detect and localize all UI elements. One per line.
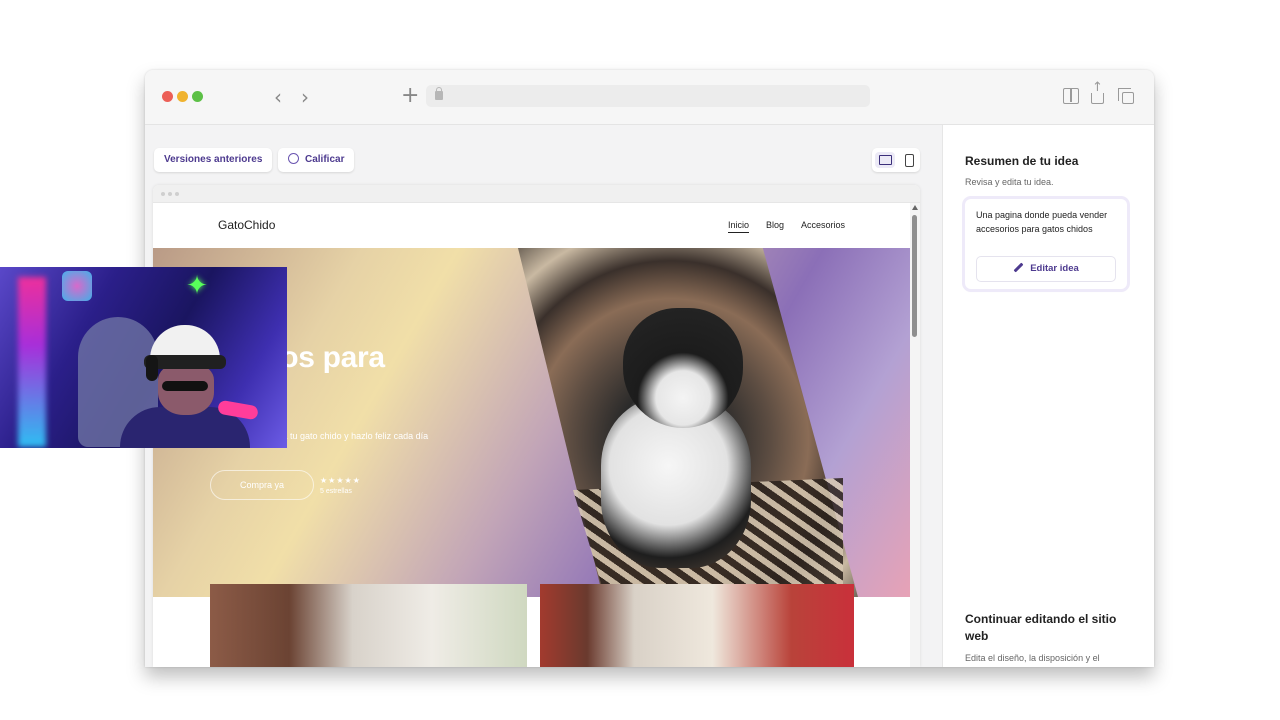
scroll-up-arrow-icon[interactable] bbox=[912, 205, 918, 210]
continue-editing-title: Continuar editando el sitio web bbox=[965, 612, 1117, 643]
pencil-icon bbox=[1013, 262, 1024, 273]
address-bar[interactable] bbox=[426, 85, 870, 107]
idea-summary-panel: Resumen de tu idea Revisa y edita tu ide… bbox=[942, 125, 1154, 667]
nav-link-inicio[interactable]: Inicio bbox=[728, 220, 750, 233]
forward-button[interactable]: › bbox=[296, 87, 314, 107]
idea-text: Una pagina donde pueda vender accesorios… bbox=[976, 210, 1108, 234]
browser-window: ‹ › + Versiones anteriores Calificar bbox=[145, 70, 1154, 667]
edit-idea-label: Editar idea bbox=[1030, 263, 1079, 274]
sunglasses bbox=[162, 381, 208, 391]
device-toggle bbox=[872, 148, 920, 172]
product-image[interactable] bbox=[540, 584, 854, 667]
baseball-cap bbox=[144, 325, 226, 369]
rate-icon bbox=[288, 153, 299, 164]
idea-card: Una pagina donde pueda vender accesorios… bbox=[965, 199, 1127, 289]
neon-light bbox=[18, 277, 46, 447]
buy-now-button[interactable]: Compra ya bbox=[210, 470, 314, 500]
maximize-window-button[interactable] bbox=[192, 91, 203, 102]
edit-idea-button[interactable]: Editar idea bbox=[976, 256, 1116, 282]
close-window-button[interactable] bbox=[162, 91, 173, 102]
desktop-icon[interactable] bbox=[875, 152, 895, 168]
panel-title: Resumen de tu idea bbox=[965, 154, 1079, 168]
preview-dot bbox=[175, 192, 179, 196]
preview-bar bbox=[153, 185, 920, 203]
scrollbar-thumb[interactable] bbox=[912, 215, 917, 337]
rate-label: Calificar bbox=[305, 154, 345, 165]
mobile-icon[interactable] bbox=[899, 152, 919, 168]
product-image[interactable] bbox=[210, 584, 527, 667]
preview-dot bbox=[161, 192, 165, 196]
site-navbar: GatoChido Inicio Blog Accesorios bbox=[153, 203, 910, 248]
rate-button[interactable]: Calificar bbox=[278, 148, 355, 172]
continue-editing-subtitle: Edita el diseño, la disposición y el bbox=[965, 653, 1100, 663]
browser-titlebar: ‹ › + bbox=[145, 70, 1154, 125]
preview-dot bbox=[168, 192, 172, 196]
reader-icon[interactable] bbox=[1063, 88, 1079, 104]
screen: ‹ › + Versiones anteriores Calificar bbox=[0, 0, 1280, 720]
cat-photo-face bbox=[623, 308, 743, 428]
streamer bbox=[120, 325, 259, 448]
rating-stars: ★★★★★ bbox=[320, 476, 361, 485]
minimize-window-button[interactable] bbox=[177, 91, 188, 102]
preview-scrollbar[interactable] bbox=[910, 203, 920, 667]
rating-text: 5 estrellas bbox=[320, 488, 352, 495]
share-icon[interactable] bbox=[1091, 80, 1104, 104]
leaf-neon-icon: ✦ bbox=[186, 271, 208, 301]
panel-subtitle: Revisa y edita tu idea. bbox=[965, 177, 1054, 187]
tabs-icon[interactable] bbox=[1118, 88, 1134, 104]
headphones bbox=[146, 355, 158, 381]
webcam-overlay: ✦ bbox=[0, 267, 287, 448]
back-button[interactable]: ‹ bbox=[269, 87, 287, 107]
nav-link-blog[interactable]: Blog bbox=[766, 220, 784, 230]
nav-link-accesorios[interactable]: Accesorios bbox=[801, 220, 845, 230]
new-tab-button[interactable]: + bbox=[401, 85, 419, 107]
site-logo[interactable]: GatoChido bbox=[218, 218, 275, 232]
previous-versions-label: Versiones anteriores bbox=[164, 154, 263, 165]
lock-icon bbox=[435, 87, 443, 100]
previous-versions-button[interactable]: Versiones anteriores bbox=[154, 148, 273, 172]
neon-sign bbox=[62, 271, 92, 301]
